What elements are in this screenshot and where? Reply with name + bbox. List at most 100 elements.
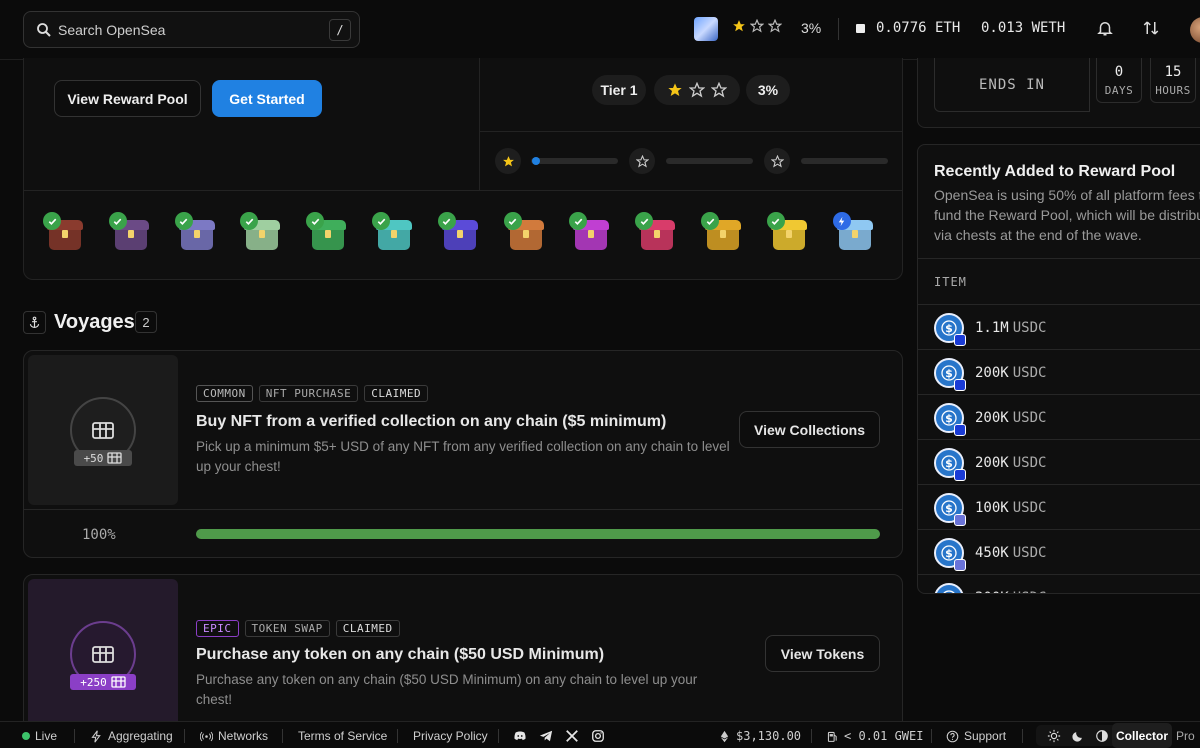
bolt-icon [832,212,851,230]
chest-4[interactable] [240,212,284,256]
chest-lock [588,230,595,238]
pool-amount: 450K USDC [975,545,1046,561]
chest-9[interactable] [569,212,613,256]
sun-icon[interactable] [1047,729,1061,743]
networks-label: Networks [218,729,269,743]
tier-stars[interactable] [732,19,782,33]
chest-5[interactable] [306,212,350,256]
aggregating-link[interactable]: Aggregating [90,729,173,743]
status-tag: CLAIMED [364,385,429,402]
chest-lock [127,230,134,238]
bell-icon[interactable] [1096,19,1114,37]
privacy-link[interactable]: Privacy Policy [413,729,488,743]
profile-chest-icon[interactable] [694,17,718,41]
voyage-description: Pick up a minimum $5+ USD of any NFT fro… [196,439,730,474]
moon-icon[interactable] [1071,729,1085,743]
discord-icon[interactable] [513,729,527,743]
base-chain-icon [954,424,966,436]
instagram-icon[interactable] [591,729,605,743]
eth-balance[interactable]: 0.0776 ETH [876,20,960,36]
chest-8[interactable] [503,212,548,256]
voyage-title: Buy NFT from a verified collection on an… [196,413,667,430]
chest-icon [111,676,126,688]
networks-link[interactable]: Networks [200,729,268,743]
chest-3[interactable] [174,212,219,256]
search-input[interactable]: Search OpenSea / [23,11,360,48]
svg-text:$: $ [945,502,953,515]
eth-price-value: $3,130.00 [736,729,802,743]
pool-row[interactable]: $200K USDC [918,349,1200,394]
chest-hero-panel: View Reward Pool Get Started Tier 1 3% [23,58,903,280]
check-icon [701,212,719,230]
xp-badge: +250 [70,674,136,690]
check-icon [437,212,456,230]
amount-currency: USDC [1012,410,1047,426]
divider [74,729,75,743]
divider [282,729,283,743]
star-outline-icon [711,82,727,98]
pool-row[interactable]: $300K USDC [918,574,1200,593]
chest-6[interactable] [372,212,416,256]
check-icon [43,212,61,230]
pool-row[interactable]: $450K USDC [918,529,1200,574]
amount-value: 300K [975,590,1009,593]
support-label: Support [964,729,1007,743]
chest-lock [654,230,661,238]
chest-lock [522,230,529,238]
pool-row[interactable]: $200K USDC [918,439,1200,484]
base-chain-icon [954,469,966,481]
wave-timer-panel: ENDS IN 0 DAYS 15 HOURS [917,58,1200,128]
voyage-thumbnail: +50 [28,355,178,505]
view-reward-pool-button[interactable]: View Reward Pool [54,80,201,117]
system-theme-icon[interactable] [1095,729,1109,743]
aggregating-label: Aggregating [108,729,173,743]
star-progress-track-2 [666,158,753,164]
pool-row[interactable]: $1.1M USDC [918,304,1200,349]
swap-icon[interactable] [1142,19,1160,37]
chest-11[interactable] [701,212,745,256]
star-progress-track-3 [801,158,888,164]
terms-link[interactable]: Terms of Service [298,729,387,743]
chest-lock [720,230,726,238]
check-icon [108,212,127,230]
star-filled-icon [502,155,514,166]
chest-lock [456,230,463,238]
pool-row[interactable]: $200K USDC [918,394,1200,439]
search-shortcut: / [329,19,351,41]
amount-value: 200K [975,410,1009,426]
divider [838,18,839,40]
rarity-tag: COMMON [196,385,253,402]
pool-row[interactable]: $100K USDC [918,484,1200,529]
rarity-tag: EPIC [196,620,239,637]
star-milestone-3 [764,148,790,174]
check-icon [503,212,522,230]
chest-7[interactable] [437,212,482,256]
user-avatar[interactable] [1190,17,1200,43]
chest-12[interactable] [766,212,811,256]
pool-amount: 200K USDC [975,455,1046,471]
x-icon[interactable] [565,729,579,743]
view-collections-button[interactable]: View Collections [739,411,880,448]
chest-2[interactable] [108,212,153,256]
chest-1[interactable] [43,212,87,256]
footer: Live Aggregating Networks Terms of Servi… [0,721,1200,748]
live-label: Live [35,729,58,743]
tier-label: Tier 1 [592,75,646,105]
hours-label: HOURS [1155,84,1191,97]
status-tag: CLAIMED [335,620,400,637]
telegram-icon[interactable] [539,729,553,743]
view-tokens-button[interactable]: View Tokens [765,635,880,672]
weth-balance[interactable]: 0.013 WETH [981,20,1065,36]
star-filled-icon [733,20,745,32]
star-outline-icon [770,154,784,168]
gas-price: < 0.01 GWEI [826,729,923,743]
search-placeholder: Search OpenSea [58,22,166,38]
support-link[interactable]: Support [946,729,1006,743]
collector-mode-button[interactable]: Collector [1112,723,1172,748]
chest-13[interactable] [832,212,877,256]
pro-mode-button[interactable]: Pro [1176,723,1200,748]
live-status[interactable]: Live [22,729,57,743]
chest-lock [62,230,68,238]
get-started-button[interactable]: Get Started [212,80,322,117]
chest-10[interactable] [635,212,679,256]
